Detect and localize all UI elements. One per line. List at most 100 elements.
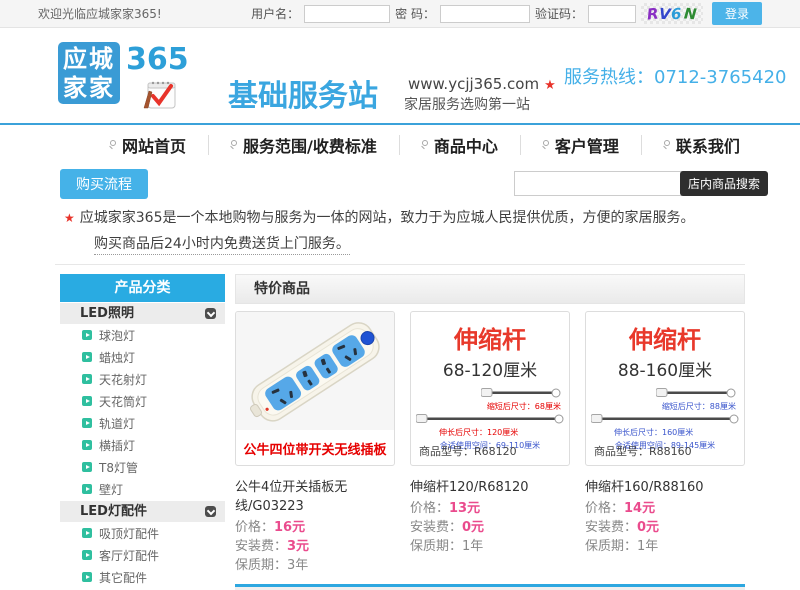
password-label: 密 码： xyxy=(395,5,435,22)
product-title[interactable]: 公牛4位开关插板无线/G03223 xyxy=(235,476,395,514)
toolbar-row: 购买流程 店内商品搜索 xyxy=(0,165,800,203)
special-products-row: 公牛四位带开关无线插板 公牛4位开关插板无线/G03223 价格：16元 安装费… xyxy=(235,311,745,575)
short-size-label: 缩短后尺寸：88厘米 xyxy=(662,401,736,412)
captcha-image[interactable]: RV6N xyxy=(641,3,703,24)
product-image-card[interactable]: 公牛四位带开关无线插板 xyxy=(235,311,395,466)
arrow-right-icon xyxy=(82,352,92,362)
search-input[interactable] xyxy=(515,173,680,194)
nav-item-customers[interactable]: 客户管理 xyxy=(521,133,641,157)
model-number: 商品型号：R88160 xyxy=(594,443,692,459)
short-rod-image xyxy=(481,387,561,399)
login-area: 用户名： 密 码： 验证码： RV6N 登录 xyxy=(251,2,762,25)
pin-icon xyxy=(543,140,549,146)
price-value: 16元 xyxy=(274,520,305,535)
short-size-label: 缩短后尺寸：68厘米 xyxy=(487,401,561,412)
product-image-card[interactable]: 伸缩杆 88-160厘米 缩短后尺寸：88厘米 xyxy=(585,311,745,466)
arrow-right-icon xyxy=(82,440,92,450)
password-input[interactable] xyxy=(440,5,530,23)
rod-diagram: 缩短后尺寸：68厘米 伸长后尺寸：120厘米 合适使用空间：69-110厘米 xyxy=(411,385,569,449)
power-strip-image xyxy=(236,312,394,430)
install-fee-value: 0元 xyxy=(637,520,659,535)
sidebar-item-livingroom-acc[interactable]: 客厅灯配件 xyxy=(60,544,225,566)
special-products-header: 特价商品 xyxy=(235,274,745,304)
logo-text-line2: 家家 xyxy=(58,74,120,103)
product-title[interactable]: 伸缩杆120/R68120 xyxy=(410,476,570,495)
product-price-line: 价格：16元 xyxy=(235,518,395,537)
rod-diagram: 缩短后尺寸：88厘米 伸长后尺寸：160厘米 合适使用空间：89-145厘米 xyxy=(586,385,744,449)
short-rod-image xyxy=(656,387,736,399)
site-url: www.ycjj365.com★ xyxy=(408,75,556,93)
price-value: 14元 xyxy=(624,501,655,516)
pin-icon xyxy=(422,140,428,146)
username-input[interactable] xyxy=(304,5,390,23)
price-value: 13元 xyxy=(449,501,480,516)
sidebar-item-t8-tube[interactable]: T8灯管 xyxy=(60,456,225,478)
sidebar-item-candle[interactable]: 蜡烛灯 xyxy=(60,346,225,368)
arrow-right-icon xyxy=(82,528,92,538)
sidebar-item-ceiling-acc[interactable]: 吸顶灯配件 xyxy=(60,522,225,544)
product-warranty-line: 保质期：1年 xyxy=(410,537,570,556)
nav-item-home[interactable]: 网站首页 xyxy=(88,133,208,157)
rod-range: 88-160厘米 xyxy=(586,356,744,381)
site-title: 基础服务站 xyxy=(228,71,378,115)
site-slogan: 家居服务选购第一站 xyxy=(404,94,530,114)
intro-line2: 购买商品后24小时内免费送货上门服务。 xyxy=(94,236,350,255)
site-logo[interactable]: 应城 家家 xyxy=(58,42,120,104)
sidebar-item-downlight[interactable]: 天花筒灯 xyxy=(60,390,225,412)
product-warranty-line: 保质期：3年 xyxy=(235,556,395,575)
main-area: 特价商品 xyxy=(235,274,745,590)
product-title[interactable]: 伸缩杆160/R88160 xyxy=(585,476,745,495)
rod-heading: 伸缩杆 xyxy=(411,320,569,355)
chevron-down-icon xyxy=(205,506,216,517)
nav-item-contact[interactable]: 联系我们 xyxy=(642,133,762,157)
rod-heading: 伸缩杆 xyxy=(586,320,744,355)
long-rod-image xyxy=(591,413,739,425)
warranty-value: 1年 xyxy=(637,539,658,554)
install-fee-value: 3元 xyxy=(287,539,309,554)
sidebar-item-wall-lamp[interactable]: 壁灯 xyxy=(60,478,225,500)
arrow-right-icon xyxy=(82,462,92,472)
captcha-label: 验证码： xyxy=(535,5,583,22)
long-rod-image xyxy=(416,413,564,425)
install-fee-value: 0元 xyxy=(462,520,484,535)
star-icon: ★ xyxy=(64,211,75,225)
model-number: 商品型号：R68120 xyxy=(419,443,517,459)
sidebar-item-ceiling-spot[interactable]: 天花射灯 xyxy=(60,368,225,390)
product-install-line: 安装费：3元 xyxy=(235,537,395,556)
welcome-text: 欢迎光临应城家家365! xyxy=(38,5,162,22)
chevron-down-icon xyxy=(205,308,216,319)
product-card-socket[interactable]: 公牛四位带开关无线插板 公牛4位开关插板无线/G03223 价格：16元 安装费… xyxy=(235,311,395,575)
new-arrivals-section: 新品上架 更多 › xyxy=(235,584,745,590)
star-icon: ★ xyxy=(544,78,556,93)
sidebar-item-other-acc[interactable]: 其它配件 xyxy=(60,566,225,588)
rod-range: 68-120厘米 xyxy=(411,356,569,381)
nav-item-products[interactable]: 商品中心 xyxy=(400,133,520,157)
product-card-rod-160[interactable]: 伸缩杆 88-160厘米 缩短后尺寸：88厘米 xyxy=(585,311,745,575)
sidebar-group-led-lighting[interactable]: LED照明 xyxy=(60,303,225,324)
search-button[interactable]: 店内商品搜索 xyxy=(680,171,768,196)
sidebar-group-led-accessories[interactable]: LED灯配件 xyxy=(60,501,225,522)
product-image-card[interactable]: 伸缩杆 68-120厘米 缩短后尺寸：68厘米 xyxy=(410,311,570,466)
sidebar-item-horizontal[interactable]: 横插灯 xyxy=(60,434,225,456)
login-button[interactable]: 登录 xyxy=(712,2,762,25)
site-header: 应城 家家 365 基础服务站 www.ycjj365.com★ 家居服务选购第… xyxy=(0,28,800,125)
buy-process-button[interactable]: 购买流程 xyxy=(60,169,148,199)
service-hotline: 服务热线：0712-3765420 xyxy=(564,63,786,89)
intro-line1: 应城家家365是一个本地购物与服务为一体的网站，致力于为应城人民提供优质，方便的… xyxy=(80,210,695,226)
arrow-right-icon xyxy=(82,374,92,384)
arrow-right-icon xyxy=(82,572,92,582)
nav-item-services[interactable]: 服务范围/收费标准 xyxy=(209,133,399,157)
pin-icon xyxy=(664,140,670,146)
sidebar-title: 产品分类 xyxy=(60,274,225,302)
calendar-check-icon xyxy=(138,76,180,116)
product-card-rod-120[interactable]: 伸缩杆 68-120厘米 缩短后尺寸：68厘米 xyxy=(410,311,570,575)
product-price-line: 价格：14元 xyxy=(585,499,745,518)
username-label: 用户名： xyxy=(251,5,299,22)
long-size-label: 伸长后尺寸：160厘米 xyxy=(614,427,693,438)
sidebar-item-track[interactable]: 轨道灯 xyxy=(60,412,225,434)
arrow-right-icon xyxy=(82,418,92,428)
sidebar-item-bulb[interactable]: 球泡灯 xyxy=(60,324,225,346)
captcha-input[interactable] xyxy=(588,5,636,23)
product-warranty-line: 保质期：1年 xyxy=(585,537,745,556)
arrow-right-icon xyxy=(82,396,92,406)
